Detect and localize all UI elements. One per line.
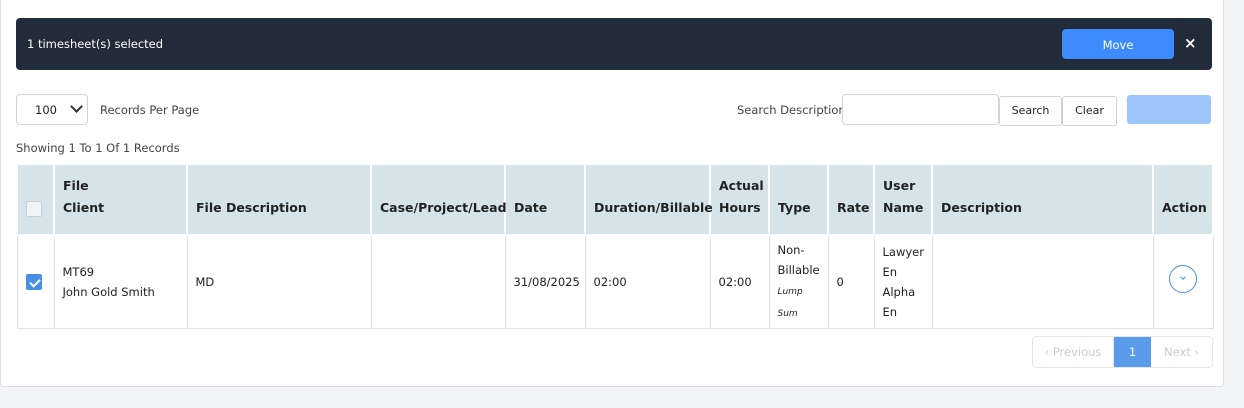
header-description: Description bbox=[931, 163, 1154, 236]
file-client-cell: MT69 John Gold Smith bbox=[53, 234, 188, 329]
selection-bar: 1 timesheet(s) selected Move Timesheets … bbox=[16, 18, 1212, 82]
chevron-down-icon bbox=[70, 100, 83, 113]
search-description-input[interactable] bbox=[842, 94, 999, 125]
move-timesheets-button[interactable]: Move Timesheets bbox=[1062, 29, 1174, 82]
table-header-row: File Client File Description Case/Project… bbox=[16, 163, 1214, 236]
duration-cell: 02:00 bbox=[584, 234, 711, 329]
file-number: MT69 bbox=[62, 264, 95, 279]
row-action-button[interactable] bbox=[1169, 264, 1197, 293]
header-file-client: File Client bbox=[53, 163, 188, 236]
date-cell: 31/08/2025 bbox=[504, 234, 586, 329]
clear-button[interactable]: Clear bbox=[1062, 96, 1117, 126]
header-case: Case/Project/Lead bbox=[370, 163, 507, 236]
close-icon[interactable]: × bbox=[1184, 34, 1197, 52]
chevron-down-icon bbox=[1180, 273, 1186, 280]
row-select-cell bbox=[16, 234, 55, 329]
search-button[interactable]: Search bbox=[999, 96, 1062, 126]
action-cell bbox=[1152, 234, 1214, 329]
row-checkbox[interactable] bbox=[25, 274, 42, 291]
page-size-value: 100 bbox=[35, 103, 57, 117]
header-action: Action bbox=[1152, 163, 1214, 236]
header-user-name: User Name bbox=[873, 163, 933, 236]
search-description-label: Search Description: bbox=[737, 103, 850, 117]
header-date: Date bbox=[504, 163, 586, 236]
records-count-text: Showing 1 To 1 Of 1 Records bbox=[16, 141, 180, 155]
selection-count: 1 timesheet(s) selected bbox=[27, 37, 164, 51]
previous-page-button[interactable]: ‹ Previous bbox=[1033, 337, 1114, 367]
header-actual-hours: Actual Hours bbox=[709, 163, 770, 236]
type-cell: Non- Billable Lump Sum bbox=[768, 234, 829, 329]
header-duration: Duration/Billable bbox=[584, 163, 713, 236]
disabled-action-button[interactable] bbox=[1127, 95, 1211, 124]
user-name-cell: Lawyer En Alpha En bbox=[873, 234, 933, 329]
actual-hours-cell: 02:00 bbox=[709, 234, 770, 329]
header-file-description: File Description bbox=[186, 163, 372, 236]
rate-cell: 0 bbox=[827, 234, 875, 329]
file-description-cell: MD bbox=[186, 234, 372, 329]
description-cell bbox=[931, 234, 1154, 329]
client-name: John Gold Smith bbox=[62, 284, 155, 299]
select-all-checkbox[interactable] bbox=[26, 200, 42, 217]
page-size-select[interactable]: 100 bbox=[16, 94, 88, 125]
pagination: ‹ Previous 1 Next › bbox=[1032, 336, 1213, 368]
timesheet-table: File Client File Description Case/Project… bbox=[16, 163, 1214, 329]
next-page-button[interactable]: Next › bbox=[1151, 337, 1212, 367]
case-cell bbox=[370, 234, 506, 329]
header-type: Type bbox=[768, 163, 829, 236]
records-per-page-label: Records Per Page bbox=[100, 103, 200, 117]
timesheet-panel: 1 timesheet(s) selected Move Timesheets … bbox=[0, 0, 1224, 387]
page-1-button[interactable]: 1 bbox=[1114, 337, 1151, 367]
select-all-cell bbox=[16, 163, 55, 236]
table-row: MT69 John Gold Smith MD 31/08/2025 02:00 … bbox=[16, 234, 1214, 329]
header-rate: Rate bbox=[827, 163, 875, 236]
